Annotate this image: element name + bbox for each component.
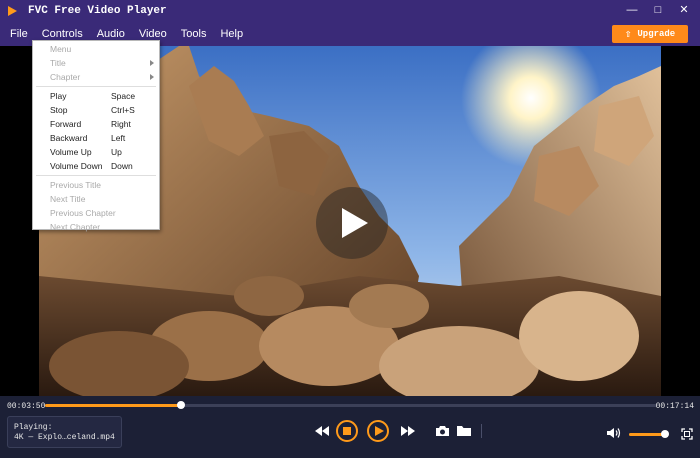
volume-thumb[interactable] [661,430,669,438]
title-bar: FVC Free Video Player — □ ✕ [0,0,700,22]
folder-icon [457,426,471,436]
menu-separator [36,175,156,176]
rewind-button[interactable] [314,424,330,438]
menu-stop[interactable]: Stop Ctrl+S [33,103,159,117]
volume-fill [629,433,665,436]
volume-button[interactable] [606,426,622,440]
center-play-icon [342,208,368,238]
menu-volume-down[interactable]: Volume Down Down [33,159,159,173]
volume-slider[interactable] [629,430,669,438]
menu-previous-chapter[interactable]: Previous Chapter [33,206,159,220]
menu-previous-title[interactable]: Previous Title [33,178,159,192]
menu-play[interactable]: Play Space [33,89,159,103]
rewind-icon [315,426,329,436]
progress-thumb[interactable] [176,401,185,409]
close-button[interactable]: ✕ [678,4,690,16]
menu-chapter-submenu[interactable]: Chapter [33,70,159,84]
menu-volume-up[interactable]: Volume Up Up [33,145,159,159]
playing-label: Playing: [14,423,53,432]
progress-bar[interactable] [45,401,657,409]
minimize-button[interactable]: — [626,4,638,16]
menu-help[interactable]: Help [213,22,250,46]
maximize-button[interactable]: □ [652,4,664,16]
total-time: 00:17:14 [655,402,694,411]
menu-backward[interactable]: Backward Left [33,131,159,145]
playing-file-name: 4K — Explo…celand.mp4 [14,433,115,442]
stop-icon [343,427,351,435]
now-playing-box: Playing: 4K — Explo…celand.mp4 [7,416,122,448]
snapshot-button[interactable] [435,424,450,438]
fullscreen-icon [681,428,693,440]
upgrade-arrow-icon: ⇧ [624,29,632,41]
menu-separator [36,86,156,87]
dropdown-header: Menu [50,44,72,54]
menu-tools[interactable]: Tools [174,22,214,46]
progress-fill [45,404,181,407]
toolbar-divider [481,424,482,438]
menu-next-title[interactable]: Next Title [33,192,159,206]
menu-next-chapter[interactable]: Next Chapter [33,220,159,234]
window-title: FVC Free Video Player [28,5,167,17]
stop-button[interactable] [336,420,358,442]
app-logo-icon [6,4,20,18]
speaker-icon [607,428,621,438]
upgrade-label: Upgrade [637,29,676,39]
upgrade-button[interactable]: ⇧ Upgrade [612,25,688,43]
current-time: 00:03:50 [7,402,46,411]
menu-file[interactable]: File [0,22,35,46]
fast-forward-button[interactable] [400,424,416,438]
video-area[interactable]: Menu Title Chapter Play Space Stop Ctrl+S … [0,40,700,396]
play-button[interactable] [367,420,389,442]
submenu-arrow-icon [150,60,154,66]
camera-icon [436,426,449,436]
menu-title-submenu[interactable]: Title [33,56,159,70]
center-play-button[interactable] [316,187,388,259]
menu-forward[interactable]: Forward Right [33,117,159,131]
open-file-button[interactable] [456,424,472,438]
controls-dropdown-menu: Menu Title Chapter Play Space Stop Ctrl+S … [32,40,160,232]
submenu-arrow-icon [150,74,154,80]
fullscreen-button[interactable] [680,427,694,441]
fast-forward-icon [401,426,415,436]
window-controls: — □ ✕ [626,4,690,16]
play-icon [375,426,384,436]
